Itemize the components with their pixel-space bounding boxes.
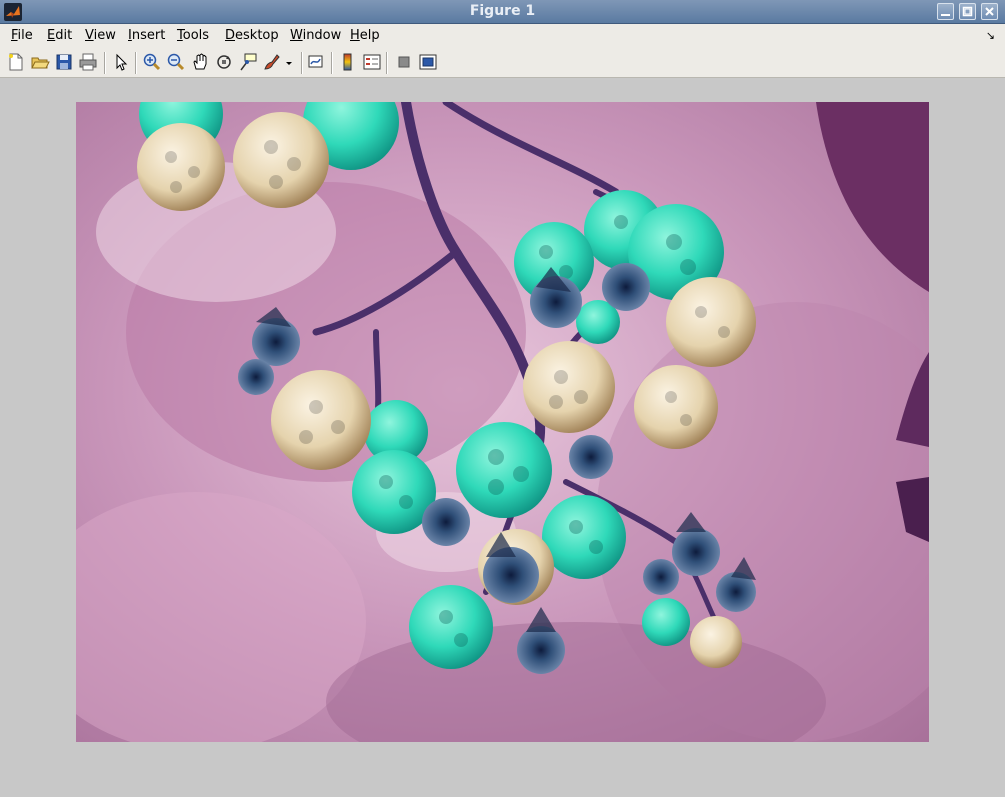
menu-view[interactable]: View bbox=[85, 28, 116, 43]
menu-help[interactable]: Help bbox=[350, 28, 380, 43]
toolbar-separator bbox=[301, 52, 303, 74]
menu-insert[interactable]: Insert bbox=[128, 28, 165, 43]
toolbar-separator bbox=[104, 52, 106, 74]
brush-dropdown-icon[interactable] bbox=[284, 52, 294, 72]
pan-icon[interactable] bbox=[190, 52, 210, 72]
menu-desktop[interactable]: Desktop bbox=[225, 28, 279, 43]
toolbar-separator bbox=[386, 52, 388, 74]
insert-colorbar-icon[interactable] bbox=[338, 52, 358, 72]
data-cursor-icon[interactable] bbox=[238, 52, 258, 72]
inverted-berry-image bbox=[76, 102, 929, 742]
figure-canvas bbox=[3, 79, 1002, 794]
show-plot-tools-icon[interactable] bbox=[418, 52, 438, 72]
menu-edit[interactable]: Edit bbox=[47, 28, 72, 43]
menu-window[interactable]: Window bbox=[290, 28, 341, 43]
minimize-button[interactable] bbox=[937, 3, 954, 20]
maximize-button[interactable] bbox=[959, 3, 976, 20]
link-plot-icon[interactable] bbox=[306, 52, 326, 72]
menu-bar: File Edit View Insert Tools Desktop Wind… bbox=[0, 24, 1005, 48]
menu-tools[interactable]: Tools bbox=[177, 28, 209, 43]
hide-plot-tools-icon[interactable] bbox=[394, 52, 414, 72]
menu-file[interactable]: File bbox=[11, 28, 33, 43]
print-icon[interactable] bbox=[78, 52, 98, 72]
brush-icon[interactable] bbox=[262, 52, 282, 72]
close-button[interactable] bbox=[981, 3, 998, 20]
insert-legend-icon[interactable] bbox=[362, 52, 382, 72]
window-title: Figure 1 bbox=[469, 3, 536, 19]
title-bar: Figure 1 bbox=[0, 0, 1005, 24]
toolbar-separator bbox=[331, 52, 333, 74]
edit-plot-icon[interactable] bbox=[111, 52, 131, 72]
new-figure-icon[interactable] bbox=[6, 52, 26, 72]
save-icon[interactable] bbox=[54, 52, 74, 72]
image-axes[interactable] bbox=[76, 102, 929, 742]
zoom-out-icon[interactable] bbox=[166, 52, 186, 72]
rotate-3d-icon[interactable] bbox=[214, 52, 234, 72]
toolbar-separator bbox=[135, 52, 137, 74]
dock-arrow-icon[interactable]: ↘ bbox=[986, 29, 995, 42]
zoom-in-icon[interactable] bbox=[142, 52, 162, 72]
figure-toolbar bbox=[0, 48, 1005, 78]
open-file-icon[interactable] bbox=[30, 52, 50, 72]
